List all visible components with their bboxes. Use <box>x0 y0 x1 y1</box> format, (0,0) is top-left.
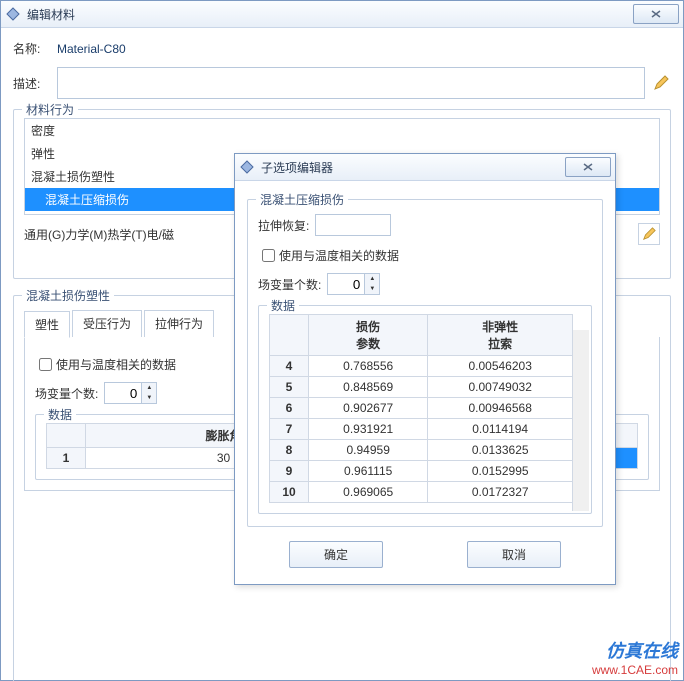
ok-button[interactable]: 确定 <box>289 541 383 568</box>
fieldcount-spinner[interactable]: ▲▼ <box>104 382 157 404</box>
menu-general[interactable]: 通用(G) <box>24 226 65 243</box>
main-title: 编辑材料 <box>27 6 629 23</box>
behavior-label: 材料行为 <box>22 101 78 118</box>
dialog-data-label: 数据 <box>267 297 299 314</box>
recovery-label: 拉伸恢复: <box>258 217 309 234</box>
edit-desc-icon[interactable] <box>651 73 671 93</box>
dialog-icon <box>239 159 255 175</box>
table-scrollbar[interactable] <box>572 330 589 511</box>
spin-down-icon[interactable]: ▼ <box>142 393 156 403</box>
dialog-titlebar: 子选项编辑器 <box>235 154 615 181</box>
spin-up-icon[interactable]: ▲ <box>142 383 156 393</box>
dialog-fieldcount-label: 场变量个数: <box>258 276 321 293</box>
dialog-group-label: 混凝土压缩损伤 <box>256 191 348 208</box>
main-titlebar: 编辑材料 <box>1 1 683 28</box>
watermark: 仿真在线 www.1CAE.com <box>592 641 678 677</box>
name-value: Material-C80 <box>57 42 126 56</box>
desc-label: 描述: <box>13 75 57 92</box>
menu-em[interactable]: 电/磁 <box>147 226 174 243</box>
cdp-title: 混凝土损伤塑性 <box>22 287 114 304</box>
dialog-data-group: 数据 损伤参数 非弹性拉索 40.7685560.00546203 50.848… <box>258 305 592 514</box>
cancel-button[interactable]: 取消 <box>467 541 561 568</box>
tab-plastic[interactable]: 塑性 <box>24 311 70 338</box>
spin-down-icon[interactable]: ▼ <box>365 284 379 294</box>
app-icon <box>5 6 21 22</box>
dialog-data-table[interactable]: 损伤参数 非弹性拉索 40.7685560.00546203 50.848569… <box>269 314 573 503</box>
dialog-close-button[interactable] <box>565 157 611 177</box>
tree-item-density[interactable]: 密度 <box>25 119 659 142</box>
desc-input[interactable] <box>57 67 645 99</box>
menu-mechanical[interactable]: 力学(M) <box>65 226 107 243</box>
close-button[interactable] <box>633 4 679 24</box>
dialog-fieldcount-spinner[interactable]: ▲▼ <box>327 273 380 295</box>
dialog-temp-checkbox[interactable]: 使用与温度相关的数据 <box>258 246 592 265</box>
edit-icon[interactable] <box>638 223 660 245</box>
name-label: 名称: <box>13 40 57 57</box>
menu-thermal[interactable]: 热学(T) <box>107 226 146 243</box>
tab-compress[interactable]: 受压行为 <box>72 310 142 337</box>
dialog-group: 混凝土压缩损伤 拉伸恢复: 使用与温度相关的数据 场变量个数: ▲▼ 数据 损伤… <box>247 199 603 527</box>
data-label: 数据 <box>44 406 76 423</box>
fieldcount-label: 场变量个数: <box>35 385 98 402</box>
tab-tension[interactable]: 拉伸行为 <box>144 310 214 337</box>
spin-up-icon[interactable]: ▲ <box>365 274 379 284</box>
dialog-title: 子选项编辑器 <box>261 159 561 176</box>
recovery-input[interactable] <box>315 214 391 236</box>
row-header[interactable]: 1 <box>47 448 86 469</box>
suboption-dialog: 子选项编辑器 混凝土压缩损伤 拉伸恢复: 使用与温度相关的数据 场变量个数: ▲… <box>234 153 616 585</box>
